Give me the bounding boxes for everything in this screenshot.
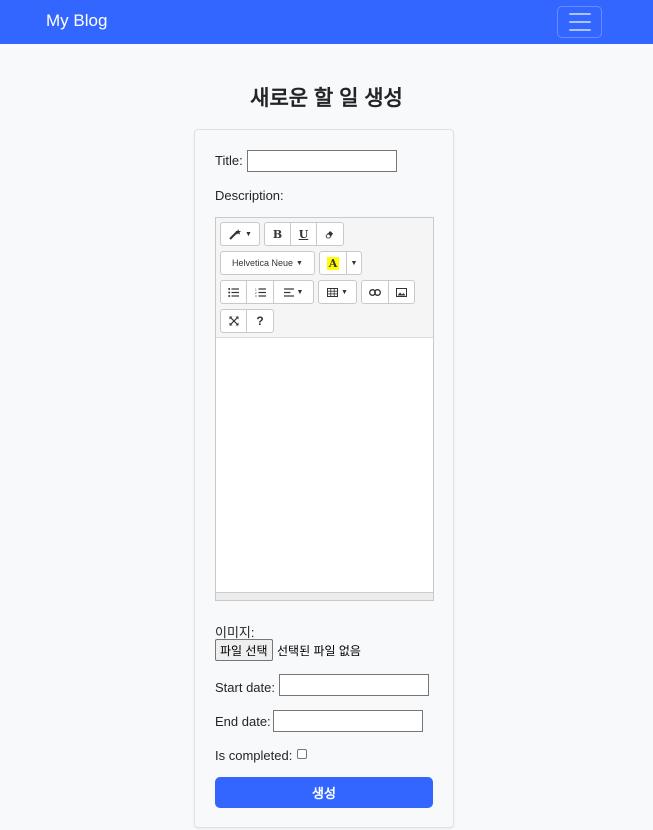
chevron-down-icon: ▼	[296, 259, 303, 267]
navbar-toggler-button[interactable]	[557, 6, 602, 38]
table-dropdown[interactable]: ▼	[318, 280, 357, 304]
brand-link[interactable]: My Blog	[46, 11, 107, 31]
hamburger-icon	[568, 13, 591, 15]
file-select-button[interactable]: 파일 선택	[215, 639, 273, 661]
chevron-down-icon: ▼	[341, 288, 348, 296]
fullscreen-icon	[229, 316, 239, 326]
magic-style-button[interactable]: ▼	[220, 222, 260, 246]
eraser-button[interactable]	[316, 222, 344, 246]
bold-button[interactable]: B	[264, 222, 291, 246]
align-left-icon	[283, 287, 294, 297]
help-button[interactable]: ?	[246, 309, 274, 333]
editor-toolbar: ▼ B U Helvetica Neue ▼ A ▼ 1 2 3 ▼ ▼ ?	[216, 218, 433, 338]
todo-form-card: Title: Description: ▼ B U Helvetica Neue…	[194, 129, 454, 828]
editor-resize-bar[interactable]	[216, 592, 433, 600]
svg-text:3: 3	[255, 294, 257, 297]
image-icon	[396, 287, 407, 297]
magic-wand-icon	[228, 228, 242, 240]
ordered-list-button[interactable]: 123	[246, 280, 274, 304]
completed-checkbox[interactable]	[297, 749, 307, 759]
unordered-list-button[interactable]	[220, 280, 247, 304]
fullscreen-button[interactable]	[220, 309, 247, 333]
chevron-down-icon: ▼	[350, 259, 358, 267]
numbered-list-icon: 123	[255, 288, 266, 297]
forecolor-dropdown-button[interactable]: ▼	[346, 251, 362, 275]
file-status-text: 선택된 파일 없음	[277, 644, 361, 658]
bullet-list-icon	[228, 287, 239, 297]
title-label: Title:	[215, 153, 243, 168]
end-date-input[interactable]	[273, 710, 423, 732]
navbar: My Blog	[0, 0, 653, 44]
start-date-label: Start date:	[215, 680, 275, 695]
picture-button[interactable]	[388, 280, 415, 304]
font-name-dropdown[interactable]: Helvetica Neue ▼	[220, 251, 315, 275]
editor-content-area[interactable]	[216, 338, 433, 592]
description-label: Description:	[215, 188, 284, 203]
chevron-down-icon: ▼	[245, 230, 252, 238]
completed-label: Is completed:	[215, 748, 293, 763]
table-icon	[327, 287, 339, 297]
start-date-input[interactable]	[279, 674, 429, 696]
underline-button[interactable]: U	[290, 222, 317, 246]
chevron-down-icon: ▼	[296, 288, 304, 296]
font-color-icon: A	[326, 256, 340, 270]
end-date-label: End date:	[215, 714, 271, 729]
rich-text-editor: ▼ B U Helvetica Neue ▼ A ▼ 1 2 3 ▼ ▼ ?	[215, 217, 434, 601]
eraser-icon	[325, 229, 335, 239]
page-title: 새로운 할 일 생성	[250, 87, 403, 110]
forecolor-button[interactable]: A	[319, 251, 347, 275]
link-button[interactable]	[361, 280, 389, 304]
title-input[interactable]	[247, 150, 397, 172]
font-name-label: Helvetica Neue	[232, 258, 294, 268]
create-button[interactable]: 생성	[215, 777, 433, 808]
paragraph-align-dropdown[interactable]: ▼	[273, 280, 314, 304]
link-icon	[369, 288, 381, 296]
